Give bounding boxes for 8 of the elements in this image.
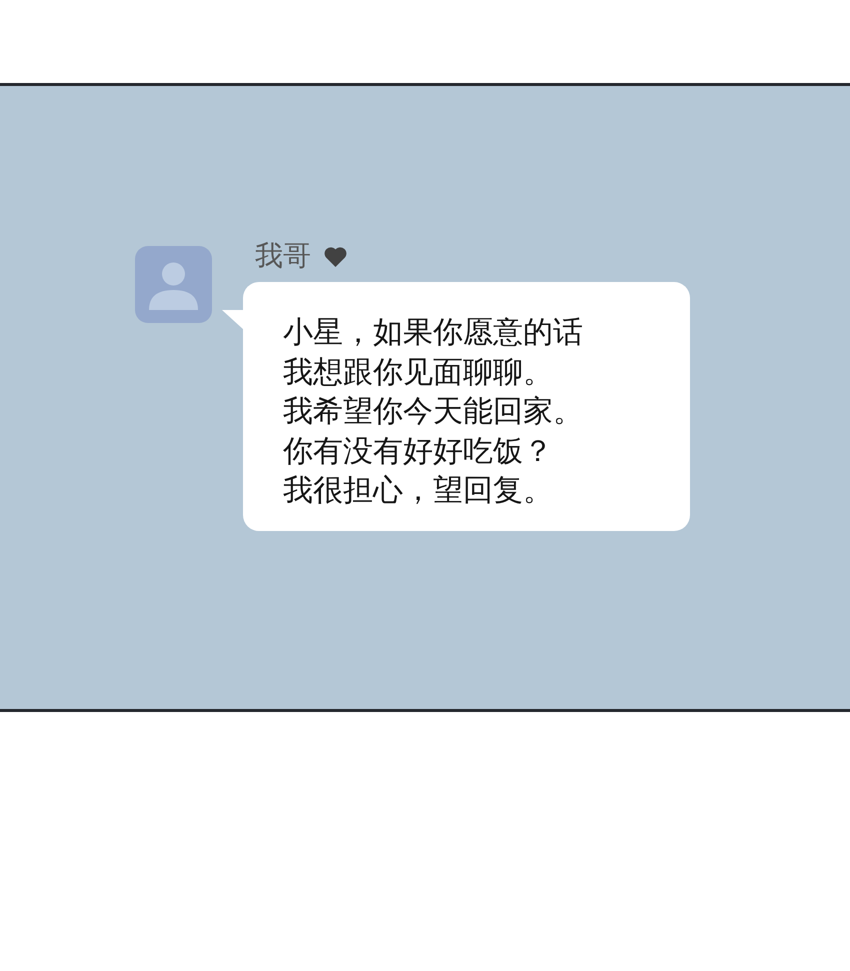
heart-icon bbox=[324, 246, 347, 266]
message-line: 我想跟你见面聊聊。 bbox=[283, 354, 554, 392]
message-line: 小星，如果你愿意的话 bbox=[283, 314, 584, 352]
message-line: 你有没有好好吃饭？ bbox=[283, 432, 554, 470]
sender-name: 我哥 bbox=[255, 240, 311, 272]
avatar-icon bbox=[135, 246, 212, 323]
message-line: 我很担心，望回复。 bbox=[283, 472, 554, 510]
message-line: 我希望你今天能回家。 bbox=[283, 393, 584, 431]
